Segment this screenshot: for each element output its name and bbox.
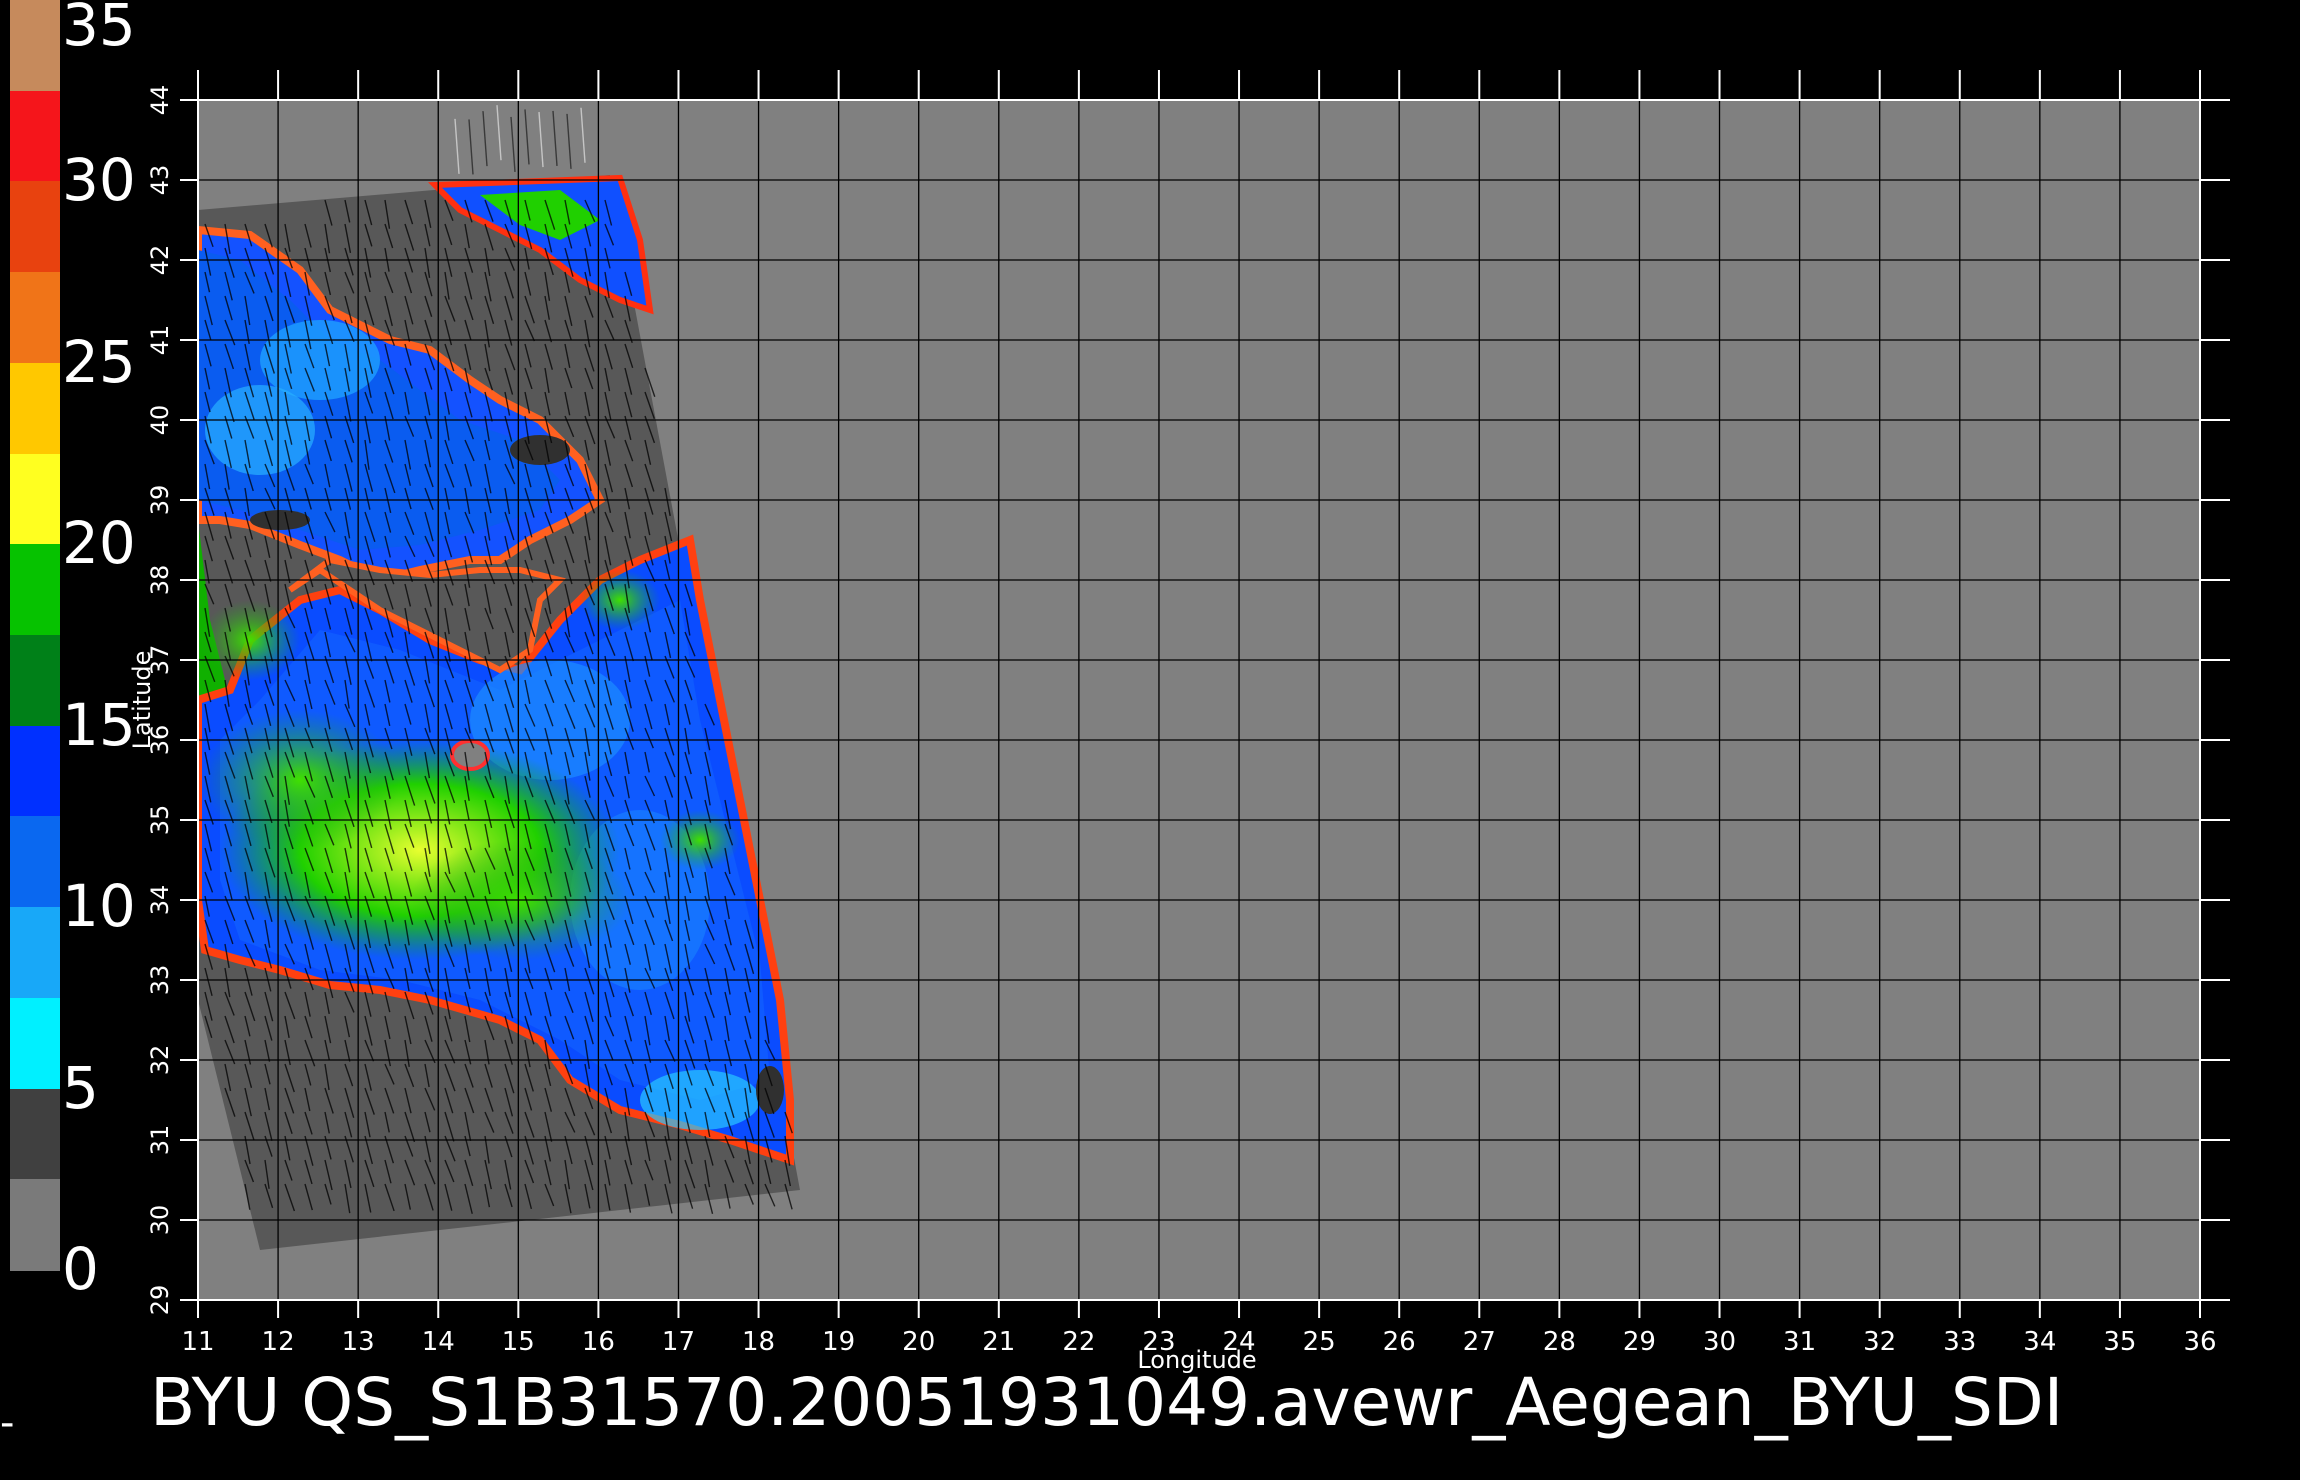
longitude-tick-label: 18 [742, 1327, 775, 1357]
longitude-tick-label: 25 [1303, 1327, 1336, 1357]
latitude-tick-label: 35 [146, 805, 174, 836]
map-plot: 11 12 13 14 15 16 17 18 19 20 21 22 23 24 25 26 27 28 29 30… [128, 70, 2230, 1374]
latitude-tick-label: 31 [146, 1125, 174, 1156]
longitude-tick-label: 35 [2103, 1327, 2136, 1357]
longitude-tick-label: 12 [262, 1327, 295, 1357]
latitude-tick-label: 43 [146, 165, 174, 196]
latitude-tick-label: 38 [146, 565, 174, 596]
longitude-tick-label: 36 [2183, 1327, 2216, 1357]
longitude-tick-label: 20 [902, 1327, 935, 1357]
longitude-tick-label: 17 [662, 1327, 695, 1357]
longitude-tick-label: 21 [982, 1327, 1015, 1357]
latitude-tick-label: 32 [146, 1045, 174, 1076]
longitude-tick-label: 31 [1783, 1327, 1816, 1357]
latitude-tick-label: 42 [146, 245, 174, 276]
latitude-tick-label: 29 [146, 1285, 174, 1316]
latitude-tick-label: 33 [146, 965, 174, 996]
longitude-tick-label: 32 [1863, 1327, 1896, 1357]
longitude-tick-label: 27 [1463, 1327, 1496, 1357]
longitude-tick-label: 14 [422, 1327, 455, 1357]
y-axis-label: Latitude [128, 651, 156, 750]
longitude-tick-label: 11 [181, 1327, 214, 1357]
latitude-tick-label: 34 [146, 885, 174, 916]
left-edge-mark: - [0, 1400, 15, 1446]
longitude-tick-label: 22 [1062, 1327, 1095, 1357]
longitude-tick-label: 29 [1623, 1327, 1656, 1357]
latitude-tick-label: 39 [146, 485, 174, 516]
longitude-tick-label: 30 [1703, 1327, 1736, 1357]
latitude-tick-label: 40 [146, 405, 174, 436]
latitude-tick-label: 41 [146, 325, 174, 356]
longitude-tick-label: 19 [822, 1327, 855, 1357]
latitude-tick-label: 30 [146, 1205, 174, 1236]
longitude-tick-label: 26 [1383, 1327, 1416, 1357]
longitude-tick-label: 33 [1943, 1327, 1976, 1357]
longitude-tick-label: 13 [342, 1327, 375, 1357]
longitude-tick-label: 16 [582, 1327, 615, 1357]
image-title: BYU QS_S1B31570.20051931049.avewr_Aegean… [150, 1364, 2064, 1441]
latitude-tick-label: 44 [146, 85, 174, 116]
longitude-tick-label: 28 [1543, 1327, 1576, 1357]
longitude-tick-label: 34 [2023, 1327, 2056, 1357]
longitude-tick-label: 15 [502, 1327, 535, 1357]
